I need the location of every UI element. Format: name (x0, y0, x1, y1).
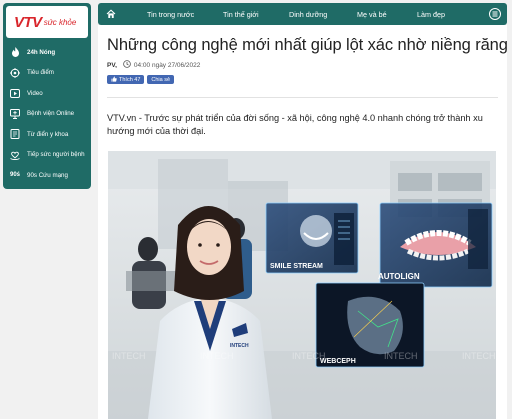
target-icon (10, 67, 20, 78)
sidebar-item-tu-dien[interactable]: Từ điển y khoa (3, 124, 91, 145)
sidebar-item-24h[interactable]: 24h Nóng (3, 42, 91, 63)
svg-text:INTECH: INTECH (200, 351, 234, 361)
hero-illustration: SMILE STREAM AUTOLIGN WEBCEPH INTECH INT… (108, 151, 496, 419)
nav-item-tin-the-gioi[interactable]: Tin thế giới (223, 10, 259, 19)
sidebar-item-label: Tiếp sức người bệnh (27, 151, 85, 159)
sidebar-item-label: Bệnh viện Online (27, 110, 75, 118)
sidebar-item-label: 24h Nóng (27, 48, 56, 56)
logo-brand: VTV (14, 13, 42, 31)
hero-label-autolign: AUTOLIGN (378, 272, 420, 281)
sidebar-item-benh-vien[interactable]: Bệnh viện Online (3, 104, 91, 125)
nav-item-me-va-be[interactable]: Mẹ và bé (357, 10, 387, 19)
coat-logo-text: INTECH (230, 343, 249, 349)
share-button[interactable]: Chia sẻ (147, 75, 175, 84)
book-icon (10, 129, 20, 140)
menu-icon[interactable] (489, 8, 501, 20)
page: VTV sức khỏe 24h Nóng Tiêu điểm Video Bệ… (0, 0, 512, 419)
svg-text:INTECH: INTECH (292, 351, 326, 361)
sidebar-item-90s[interactable]: 90ś 90s Cứu mạng (3, 165, 91, 186)
hero-image[interactable]: SMILE STREAM AUTOLIGN WEBCEPH INTECH INT… (108, 151, 496, 419)
monitor-icon (10, 108, 20, 119)
article-time-text: 04:00 ngày 27/06/2022 (133, 61, 201, 69)
autolign-panel: AUTOLIGN (378, 202, 493, 288)
home-icon[interactable] (102, 3, 120, 25)
sidebar-item-label: Video (27, 89, 43, 97)
sidebar-item-label: 90s Cứu mạng (27, 171, 68, 179)
video-icon (10, 88, 20, 98)
sidebar-item-video[interactable]: Video (3, 83, 91, 104)
article-author[interactable]: PV, (107, 62, 117, 69)
flame-icon (10, 47, 20, 58)
share-label: Chia sẻ (151, 76, 171, 83)
sidebar-item-label: Từ điển y khoa (27, 130, 69, 138)
thumbs-up-icon (111, 76, 117, 84)
article-title: Những công nghệ mới nhất giúp lột xác nh… (107, 36, 508, 54)
like-label: Thích 47 (119, 76, 141, 83)
top-nav: Tin trong nước Tin thế giới Dinh dưỡng M… (98, 3, 507, 25)
heart-hands-icon (10, 150, 20, 160)
svg-text:INTECH: INTECH (462, 351, 496, 361)
logo[interactable]: VTV sức khỏe (6, 6, 88, 38)
article: Những công nghệ mới nhất giúp lột xác nh… (98, 25, 508, 419)
divider (107, 97, 498, 98)
article-lead: VTV.vn - Trước sự phát triển của đời sốn… (107, 113, 483, 136)
90s-icon: 90ś (10, 172, 21, 179)
svg-text:INTECH: INTECH (384, 351, 418, 361)
social-buttons: Thích 47 Chia sẻ (107, 75, 175, 84)
nav-item-tin-trong-nuoc[interactable]: Tin trong nước (147, 10, 194, 19)
logo-sub: sức khỏe (43, 17, 77, 27)
sidebar: VTV sức khỏe 24h Nóng Tiêu điểm Video Bệ… (3, 3, 91, 189)
nav-item-lam-dep[interactable]: Làm đẹp (417, 10, 445, 19)
clock-icon (123, 60, 131, 70)
like-button[interactable]: Thích 47 (107, 75, 145, 84)
smile-stream-panel: SMILE STREAM (265, 202, 359, 274)
svg-text:INTECH: INTECH (112, 351, 146, 361)
hero-label-smile-stream: SMILE STREAM (270, 263, 323, 270)
sidebar-item-tiep-suc[interactable]: Tiếp sức người bệnh (3, 145, 91, 166)
article-meta: PV, 04:00 ngày 27/06/2022 (107, 60, 200, 70)
sidebar-item-tieu-diem[interactable]: Tiêu điểm (3, 63, 91, 84)
nav-item-dinh-duong[interactable]: Dinh dưỡng (289, 10, 327, 19)
sidebar-item-label: Tiêu điểm (27, 69, 54, 77)
article-time: 04:00 ngày 27/06/2022 (123, 60, 201, 70)
